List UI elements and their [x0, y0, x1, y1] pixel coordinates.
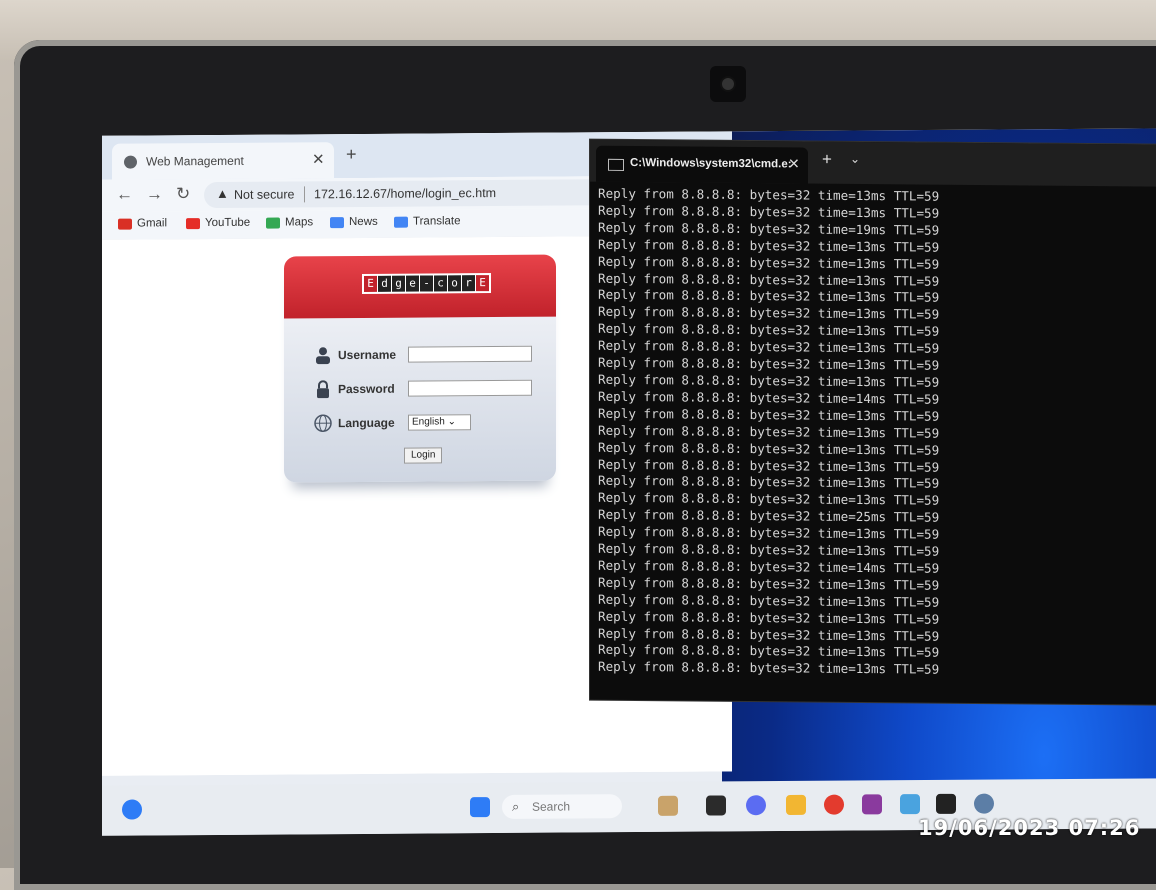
bookmark-news[interactable]: News [330, 216, 378, 228]
language-select[interactable]: English ⌄ [408, 414, 471, 430]
lock-icon [314, 380, 332, 398]
user-icon [314, 346, 332, 364]
cmd-tab-title: C:\Windows\system32\cmd.e: [630, 157, 792, 170]
terminal-icon[interactable] [936, 794, 956, 814]
gmail-icon [118, 218, 132, 229]
search-placeholder: Search [532, 800, 570, 814]
bookmark-youtube[interactable]: YouTube [186, 217, 250, 229]
windows-start-icon[interactable] [470, 797, 490, 817]
youtube-icon [186, 218, 200, 229]
bookmark-translate[interactable]: Translate [394, 215, 461, 227]
cmd-line: Reply from 8.8.8.8: bytes=32 time=13ms T… [598, 659, 939, 679]
reload-icon[interactable]: ↻ [176, 184, 190, 204]
bookmark-maps[interactable]: Maps [266, 216, 313, 228]
login-button[interactable]: Login [404, 447, 442, 463]
url-text[interactable]: 172.16.12.67/home/login_ec.htm [314, 186, 496, 201]
taskbar-app-icon[interactable] [658, 796, 678, 816]
language-row: Language English ⌄ [314, 413, 471, 432]
new-tab-button[interactable]: + [346, 144, 357, 165]
new-tab-button[interactable]: + [822, 150, 832, 170]
translate-icon [394, 216, 408, 227]
task-view-icon[interactable] [706, 795, 726, 815]
globe-icon [124, 156, 137, 169]
browser-tab[interactable]: Web Management ✕ [112, 142, 334, 180]
news-icon [330, 217, 344, 228]
username-label: Username [338, 348, 408, 362]
taskbar-search[interactable]: ⌕ Search [502, 794, 622, 819]
bookmark-gmail[interactable]: Gmail [118, 217, 167, 229]
search-icon: ⌕ [512, 799, 519, 815]
cmd-tab[interactable]: C:\Windows\system32\cmd.e: ✕ [596, 146, 808, 184]
close-tab-icon[interactable]: ✕ [788, 155, 800, 172]
tab-title: Web Management [146, 154, 244, 169]
language-label: Language [338, 416, 408, 430]
login-header: E d g e - c o r E [284, 255, 556, 319]
address-separator [304, 186, 305, 202]
gear-icon[interactable] [974, 794, 994, 814]
chevron-down-icon[interactable]: ⌄ [850, 152, 860, 166]
laptop-screen: Web Management ✕ + ⌄–☐✕ ← → ↻ ▲ Not secu… [102, 128, 1156, 836]
close-tab-icon[interactable]: ✕ [312, 150, 325, 168]
username-row: Username [314, 345, 532, 365]
maps-icon [266, 217, 280, 228]
cmd-tab-bar: C:\Windows\system32\cmd.e: ✕ + ⌄ [590, 140, 1156, 187]
globe-icon [314, 414, 332, 432]
cmd-window: C:\Windows\system32\cmd.e: ✕ + ⌄ Reply f… [590, 140, 1156, 705]
forward-arrow-icon[interactable]: → [146, 184, 163, 204]
widgets-icon[interactable] [122, 799, 142, 819]
webcam [710, 66, 746, 102]
password-row: Password [314, 379, 532, 399]
file-explorer-icon[interactable] [786, 795, 806, 815]
password-input[interactable] [408, 380, 532, 397]
chrome-icon[interactable] [824, 795, 844, 815]
photo-timestamp: 19/06/2023 07:26 [918, 816, 1140, 840]
back-arrow-icon[interactable]: ← [116, 185, 133, 205]
password-label: Password [338, 382, 408, 396]
not-secure-label[interactable]: Not secure [234, 187, 294, 201]
store-icon[interactable] [862, 794, 882, 814]
warning-icon: ▲ [216, 186, 229, 201]
username-input[interactable] [408, 346, 532, 363]
cmd-output[interactable]: Reply from 8.8.8.8: bytes=32 time=13ms T… [598, 186, 939, 679]
chat-icon[interactable] [746, 795, 766, 815]
terminal-icon [608, 159, 624, 171]
login-panel: E d g e - c o r E Username [284, 255, 556, 483]
notepad-icon[interactable] [900, 794, 920, 814]
edgecore-logo: E d g e - c o r E [362, 273, 491, 294]
